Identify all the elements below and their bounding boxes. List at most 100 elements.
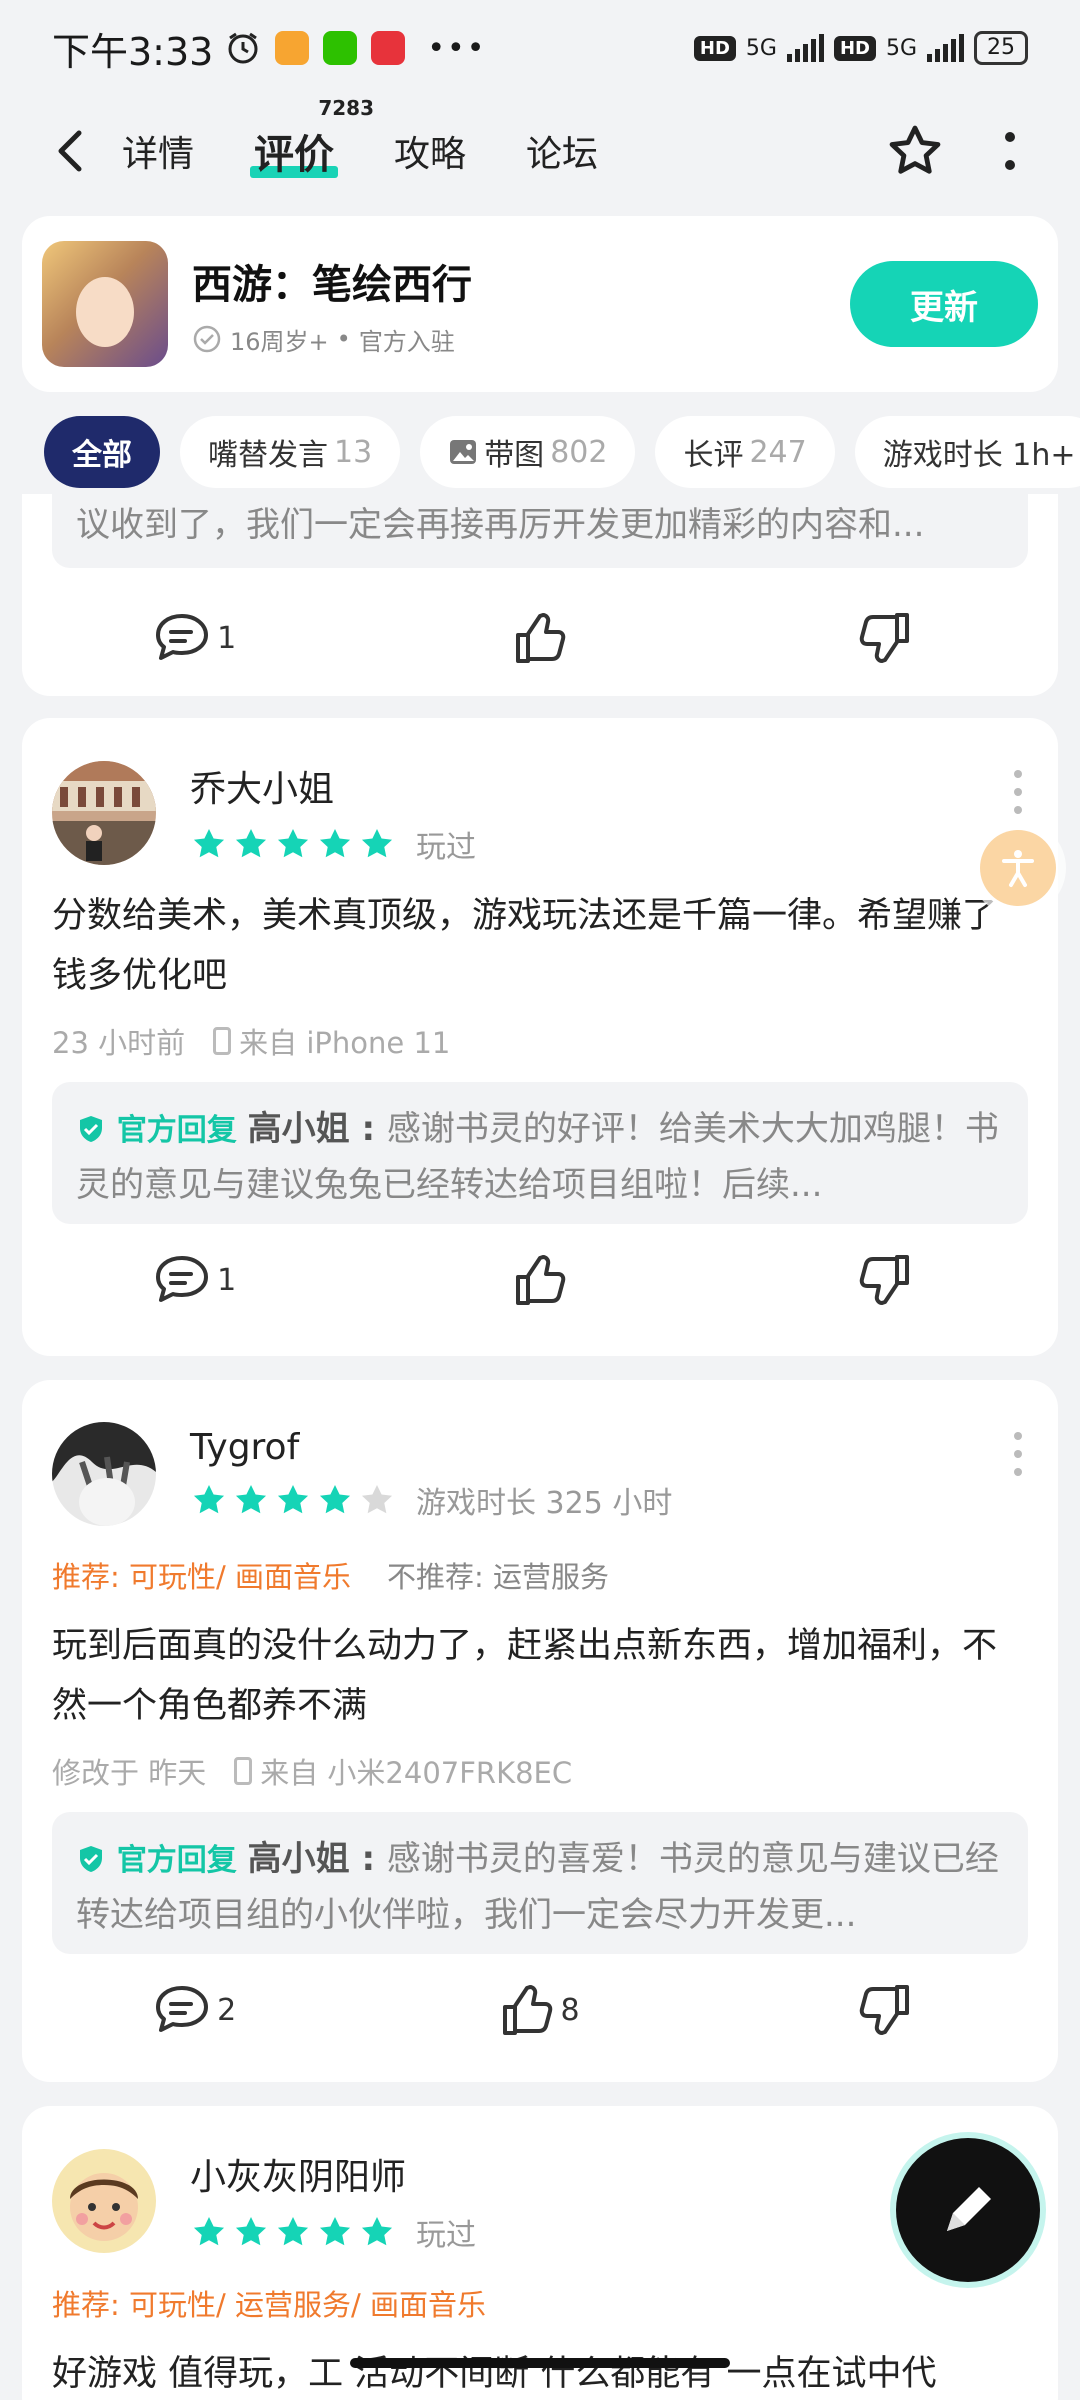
tab-reviews-label: 评价 bbox=[254, 132, 335, 178]
star-filled-icon bbox=[193, 2216, 225, 2246]
comment-button[interactable]: 1 bbox=[22, 612, 367, 664]
official-reply[interactable]: 官方回复 高小姐 : 感谢书灵的喜爱！书灵的意见与建议已经转达给项目组的小伙伴啦… bbox=[52, 1812, 1028, 1954]
review-actions: 1 bbox=[22, 1232, 1058, 1328]
status-time: 下午3:33 bbox=[52, 29, 214, 74]
network-type-2: 5G bbox=[885, 35, 917, 61]
star-filled-icon bbox=[193, 1484, 225, 1513]
reply-author: 高小姐 : bbox=[247, 1109, 387, 1149]
verified-shield-icon bbox=[80, 1116, 102, 1142]
comment-count: 1 bbox=[217, 1262, 237, 1298]
comment-button[interactable]: 2 bbox=[22, 1984, 367, 2036]
review-more-button[interactable] bbox=[1014, 770, 1024, 814]
official-reply-tag: 官方回复 bbox=[116, 1113, 237, 1148]
favorite-button[interactable] bbox=[880, 116, 950, 186]
game-title: 西游：笔绘西行 bbox=[192, 261, 472, 308]
star-rating bbox=[190, 825, 396, 863]
tab-details[interactable]: 详情 bbox=[122, 125, 194, 177]
star-filled-icon bbox=[319, 828, 351, 858]
reviewer-name[interactable]: Tygrof bbox=[190, 1427, 672, 1468]
filter-with-images[interactable]: 带图 802 bbox=[420, 416, 636, 488]
star-filled-icon bbox=[235, 2216, 267, 2246]
star-filled-icon bbox=[277, 2216, 309, 2246]
thumbs-down-icon bbox=[860, 613, 910, 663]
review-text[interactable]: 玩到后面真的没什么动力了，赶紧出点新东西，增加福利，不然一个角色都养不满 bbox=[22, 1596, 1058, 1736]
play-time: 游戏时长 325 小时 bbox=[416, 1485, 673, 1521]
write-review-button[interactable] bbox=[896, 2138, 1040, 2282]
reviewer-name[interactable]: 小灰灰阴阳师 bbox=[190, 2148, 476, 2200]
comment-icon bbox=[156, 614, 209, 660]
review-device: 来自 小米2407FRK8EC bbox=[260, 1756, 573, 1790]
star-rating bbox=[190, 2213, 396, 2251]
like-count: 8 bbox=[560, 1992, 580, 2028]
avatar-image bbox=[52, 761, 156, 865]
status-bar: 下午3:33 ••• HD 5G HD 5G 25 bbox=[0, 0, 1080, 96]
signal-icon-2 bbox=[927, 34, 964, 62]
filter-playtime[interactable]: 游戏时长 1h+ bbox=[854, 416, 1080, 488]
news-app-icon bbox=[371, 31, 406, 65]
more-options-button[interactable] bbox=[980, 121, 1040, 181]
back-button[interactable] bbox=[40, 121, 100, 181]
comment-button[interactable]: 1 bbox=[22, 1254, 367, 1306]
tab-forum[interactable]: 论坛 bbox=[526, 125, 598, 177]
review-text[interactable]: 分数给美术，美术真顶级，游戏玩法还是千篇一律。希望赚了钱多优化吧 bbox=[22, 866, 1058, 1006]
review-card: 小灰灰阴阳师 玩过 推荐: 可玩性/ 运营服务/ 画面音乐 好游戏 值得玩，工 … bbox=[22, 2106, 1058, 2400]
official-reply[interactable]: 官方回复 高小姐 : 感谢书灵的好评！给美术大大加鸡腿！书灵的意见与建议兔兔已经… bbox=[52, 1082, 1028, 1224]
star-filled-icon bbox=[319, 2216, 351, 2246]
verified-shield-icon bbox=[80, 1846, 102, 1872]
star-filled-icon bbox=[235, 828, 267, 858]
avatar[interactable] bbox=[52, 1422, 156, 1526]
more-notifications-icon: ••• bbox=[427, 30, 487, 66]
star-filled-icon bbox=[277, 1484, 309, 1513]
avatar[interactable] bbox=[52, 761, 156, 865]
thumbs-down-icon bbox=[860, 1985, 910, 2035]
review-device: 来自 iPhone 11 bbox=[239, 1026, 451, 1060]
star-filled-icon bbox=[319, 1484, 351, 1513]
avatar-image bbox=[52, 2149, 156, 2253]
official-badge: 官方入驻 bbox=[358, 327, 455, 356]
filter-all[interactable]: 全部 bbox=[44, 416, 160, 488]
top-nav: 详情 评价 7283 攻略 论坛 bbox=[0, 96, 1080, 206]
signal-icon bbox=[786, 34, 824, 62]
home-indicator[interactable] bbox=[350, 2358, 730, 2368]
like-button[interactable]: 8 bbox=[367, 1983, 712, 2037]
battery-icon: 25 bbox=[974, 31, 1028, 65]
star-filled-icon bbox=[235, 1484, 267, 1513]
tab-guides[interactable]: 攻略 bbox=[394, 125, 466, 177]
reply-text: 议收到了，我们一定会再接再厉开发更加精彩的内容和... bbox=[76, 505, 925, 545]
like-button[interactable] bbox=[367, 611, 712, 665]
age-rating: 16周岁+ bbox=[230, 327, 329, 356]
comment-count: 1 bbox=[217, 620, 237, 656]
game-meta: 16周岁+ • 官方入驻 bbox=[192, 322, 472, 357]
thumbs-up-icon bbox=[503, 1985, 553, 2035]
comment-count: 2 bbox=[217, 1992, 237, 2028]
play-status: 玩过 bbox=[416, 2218, 476, 2253]
dislike-button[interactable] bbox=[713, 611, 1058, 665]
phone-icon bbox=[213, 1027, 232, 1055]
dislike-button[interactable] bbox=[713, 1983, 1058, 2037]
accessibility-float-button[interactable] bbox=[980, 830, 1056, 906]
update-button[interactable]: 更新 bbox=[850, 261, 1038, 347]
dislike-button[interactable] bbox=[713, 1253, 1058, 1307]
review-time: 修改于 昨天 bbox=[52, 1756, 207, 1790]
avatar-image bbox=[52, 1422, 156, 1526]
hd-icon: HD bbox=[693, 35, 736, 61]
reviewer-name[interactable]: 乔大小姐 bbox=[190, 760, 476, 812]
avatar[interactable] bbox=[52, 2149, 156, 2253]
game-cover-image bbox=[42, 241, 168, 367]
chevron-left-icon bbox=[58, 130, 82, 172]
review-time: 23 小时前 bbox=[52, 1026, 186, 1060]
star-filled-icon bbox=[277, 828, 309, 858]
review-count-badge: 7283 bbox=[318, 96, 375, 120]
like-button[interactable] bbox=[367, 1253, 712, 1307]
official-reply: 议收到了，我们一定会再接再厉开发更加精彩的内容和... bbox=[52, 494, 1028, 568]
filter-long-review[interactable]: 长评 247 bbox=[655, 416, 835, 488]
game-card[interactable]: 西游：笔绘西行 16周岁+ • 官方入驻 更新 bbox=[22, 216, 1058, 392]
tab-reviews[interactable]: 评价 7283 bbox=[250, 96, 374, 180]
recommend-tags: 推荐: 可玩性/ 画面音乐 不推荐: 运营服务 bbox=[22, 1526, 1058, 1596]
more-vertical-icon bbox=[1005, 132, 1015, 170]
review-actions: 1 bbox=[22, 590, 1058, 686]
recommend-tags: 推荐: 可玩性/ 运营服务/ 画面音乐 bbox=[22, 2254, 1058, 2324]
review-more-button[interactable] bbox=[1014, 1432, 1024, 1476]
filter-spokesperson[interactable]: 嘴替发言 13 bbox=[180, 416, 401, 488]
recommend-negative: 不推荐: 运营服务 bbox=[386, 1560, 609, 1594]
